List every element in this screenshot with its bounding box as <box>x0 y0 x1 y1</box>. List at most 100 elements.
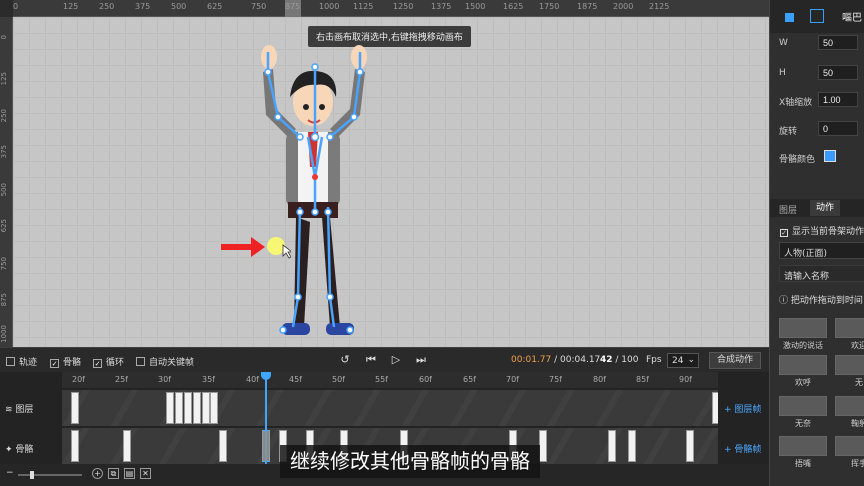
current-time: 00:01.77 <box>511 355 552 365</box>
rotate-label: 旋转 <box>779 127 798 137</box>
zoom-track <box>18 474 82 476</box>
action-item[interactable]: 无 <box>835 355 864 389</box>
next-frame-icon[interactable]: ⏭ <box>414 353 428 367</box>
layer-keyframe[interactable] <box>175 392 183 424</box>
ruler-tick: 375 <box>135 2 151 11</box>
prev-frame-icon[interactable]: ⏮ <box>364 353 378 367</box>
layer-track[interactable] <box>62 390 718 426</box>
bone-keyframe[interactable] <box>539 430 547 462</box>
fps-select[interactable]: 24 ⌄ <box>667 353 699 368</box>
bone-keyframe[interactable] <box>219 430 227 462</box>
action-item[interactable]: 挥手 <box>835 436 864 470</box>
tab-layers[interactable]: 图层 <box>779 203 797 216</box>
ruler-tick: 0 <box>13 2 19 11</box>
action-item[interactable]: 欢迎 <box>835 318 864 352</box>
action-item[interactable]: 捂嘴 <box>779 436 827 470</box>
rotate-input[interactable] <box>818 121 858 136</box>
add-layer-frame-button[interactable]: + 图层帧 <box>724 402 761 415</box>
xscale-input[interactable] <box>818 92 858 107</box>
bone-keyframe[interactable] <box>628 430 636 462</box>
width-label: W <box>779 38 788 48</box>
layer-keyframe[interactable] <box>712 392 718 424</box>
action-name-input[interactable]: 请输入名称 <box>779 265 864 282</box>
ruler-tick: 1375 <box>431 2 452 11</box>
compose-action-button[interactable]: 合成动作 <box>709 352 761 369</box>
width-input[interactable] <box>818 35 858 50</box>
delete-icon[interactable]: ✕ <box>140 468 151 479</box>
frame-label: 70f <box>506 375 519 384</box>
loop-label: 循环 <box>106 358 125 368</box>
playback-control-bar: 轨迹 ✓ 骨骼 ✓ 循环 自动关键帧 ↺ ⏮ ▷ ⏭ 00:01.77 / 00:0… <box>0 347 769 372</box>
frame-label: 90f <box>679 375 692 384</box>
bone-color-swatch[interactable] <box>824 150 836 162</box>
ruler-tick: 750 <box>0 257 8 271</box>
layer-mode-icon[interactable] <box>785 13 794 22</box>
layer-keyframe[interactable] <box>166 392 174 424</box>
bone-mode-icon[interactable] <box>810 9 824 23</box>
checkbox-box <box>6 357 15 366</box>
bone-icon: ✦ <box>5 445 16 455</box>
layer-keyframe[interactable] <box>202 392 210 424</box>
canvas[interactable]: 右击画布取消选中,右键拖拽移动画布 <box>13 17 769 347</box>
character-with-skeleton[interactable] <box>238 27 388 347</box>
action-label: 欢呼 <box>795 378 811 387</box>
action-item[interactable]: 激动的说话 <box>779 318 827 352</box>
show-action-checkbox[interactable]: ✓ 显示当前骨架动作 <box>780 224 864 237</box>
zoom-out-icon[interactable]: − <box>6 468 14 478</box>
add-icon[interactable]: + <box>92 468 103 479</box>
frame-label: 30f <box>158 375 171 384</box>
zoom-handle[interactable] <box>30 471 34 479</box>
checkmark-icon: ✓ <box>93 359 102 368</box>
auto-keyframe-checkbox[interactable]: 自动关键帧 <box>136 355 194 368</box>
ruler-tick: 250 <box>0 109 8 123</box>
frame-label: 35f <box>202 375 215 384</box>
ruler-tick: 500 <box>171 2 187 11</box>
layers-icon: ≋ <box>5 405 16 415</box>
action-item[interactable]: 欢呼 <box>779 355 827 389</box>
layer-keyframe[interactable] <box>71 392 79 424</box>
loop-checkbox[interactable]: ✓ 循环 <box>93 355 124 368</box>
bone-keyframe[interactable] <box>71 430 79 462</box>
video-subtitle: 继续修改其他骨骼帧的骨骼 <box>280 445 540 478</box>
checkbox-box <box>136 357 145 366</box>
copy-icon[interactable]: ⧉ <box>108 468 119 479</box>
action-thumbnail <box>835 396 864 416</box>
paste-icon[interactable]: ▤ <box>124 468 135 479</box>
frame-current: 42 <box>600 355 613 365</box>
layer-keyframe[interactable] <box>210 392 218 424</box>
artboard-grid[interactable] <box>13 17 769 347</box>
animation-editor: 0 125 250 375 500 625 750 875 1000 1125 … <box>0 0 864 486</box>
layer-keyframe[interactable] <box>184 392 192 424</box>
action-thumbnail <box>835 318 864 338</box>
replay-icon[interactable]: ↺ <box>338 353 352 367</box>
checkmark-icon: ✓ <box>780 229 788 237</box>
bone-keyframe[interactable] <box>686 430 694 462</box>
xscale-label: X轴缩放 <box>779 98 813 108</box>
timeline-ruler[interactable]: 20f 25f 30f 35f 40f 45f 50f 55f 60f 65f … <box>62 372 718 388</box>
layer-keyframe[interactable] <box>193 392 201 424</box>
total-time: / 00:04.17 <box>554 355 601 365</box>
ruler-tick: 625 <box>207 2 223 11</box>
tab-actions[interactable]: 动作 <box>810 200 841 216</box>
add-bone-frame-button[interactable]: + 骨骼帧 <box>724 442 761 455</box>
character-select[interactable]: 人物(正面) <box>779 242 864 259</box>
height-input[interactable] <box>818 65 858 80</box>
timeline-zoom-slider[interactable]: − <box>6 468 86 480</box>
action-item[interactable]: 无奈 <box>779 396 827 430</box>
ruler-tick: 1625 <box>503 2 524 11</box>
bone-keyframe[interactable] <box>123 430 131 462</box>
action-label: 鞠躬 <box>851 419 864 428</box>
bone-color-label: 骨骼颜色 <box>779 155 816 165</box>
bone-checkbox[interactable]: ✓ 骨骼 <box>50 355 81 368</box>
action-item[interactable]: 鞠躬 <box>835 396 864 430</box>
tab-mouth[interactable]: 嘔巴 <box>842 9 862 24</box>
track-checkbox[interactable]: 轨迹 <box>6 355 37 368</box>
drag-hint: ⓘ 把动作拖动到时间 <box>779 293 863 306</box>
panel-tabs: 图层 动作 <box>770 199 864 217</box>
action-label: 挥手 <box>851 459 864 468</box>
bone-keyframe[interactable] <box>608 430 616 462</box>
playhead[interactable] <box>261 372 271 468</box>
frame-label: 75f <box>549 375 562 384</box>
play-icon[interactable]: ▷ <box>389 353 403 367</box>
action-thumbnail <box>779 436 827 456</box>
